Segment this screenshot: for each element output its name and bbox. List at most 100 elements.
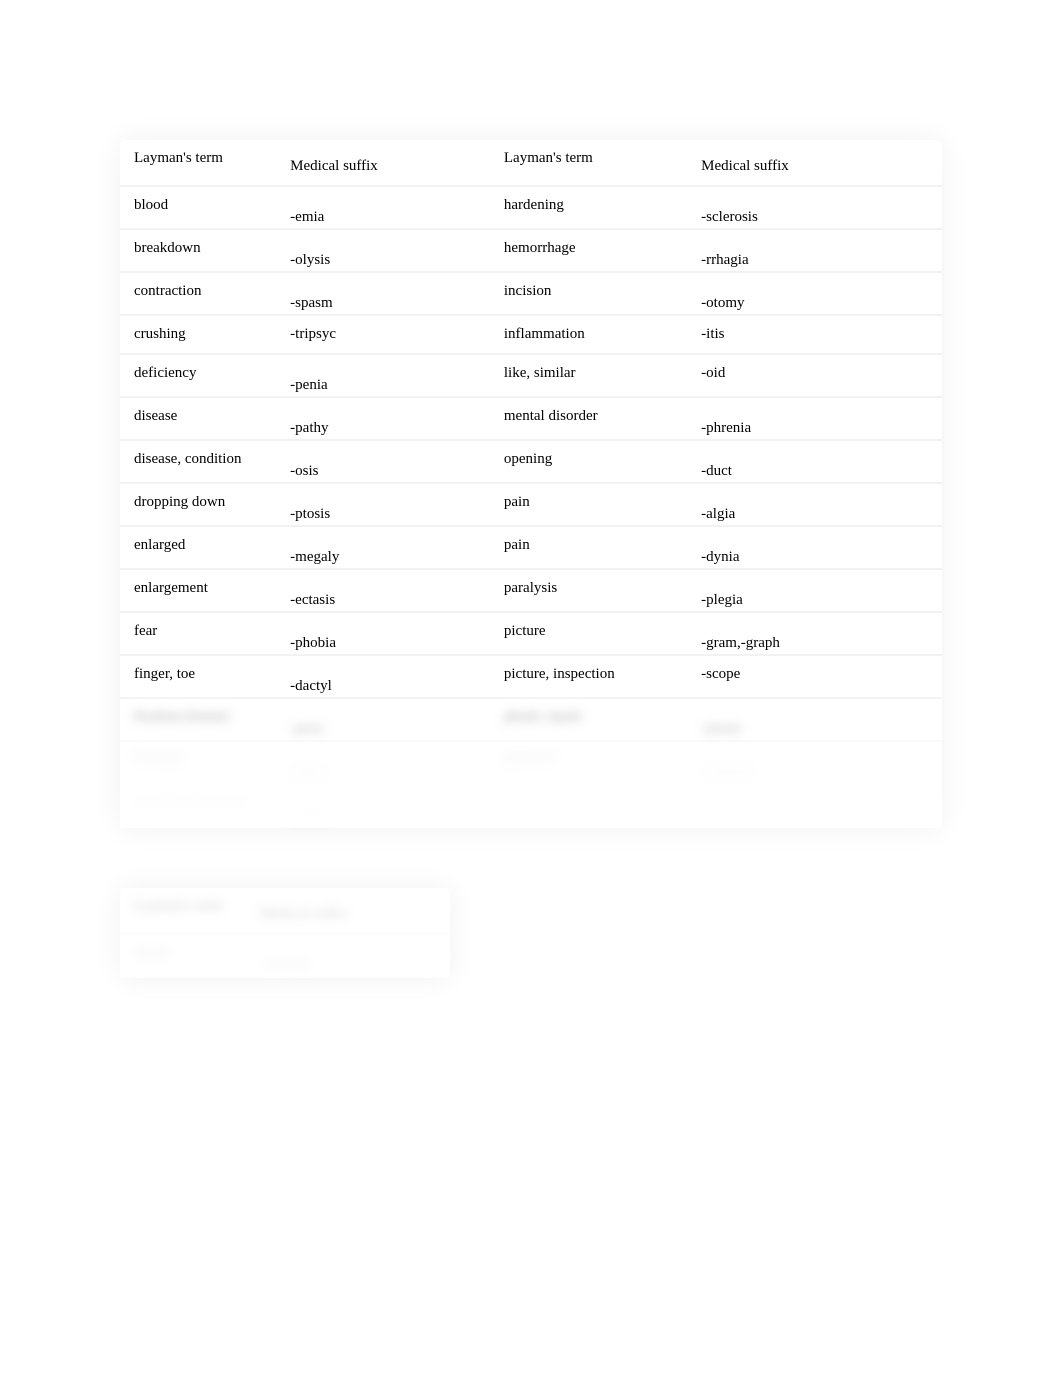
table-cell [687, 784, 942, 827]
table-cell: -plegia [687, 569, 942, 612]
main-table: Layman's term Medical suffix Layman's te… [120, 140, 942, 828]
table-row: flowing-rrheapuncture-centesis [120, 741, 942, 784]
header-cell: Medical suffix [276, 140, 490, 186]
table-cell: pain [490, 526, 687, 569]
table-cell: -centesis [687, 741, 942, 784]
table-row: contraction-spasm incision -otomy [120, 272, 942, 315]
table-cell: -osis [276, 440, 490, 483]
table-cell: -itis [687, 315, 942, 354]
cell-text: incision [504, 283, 552, 299]
cell-text: -plegia [701, 592, 743, 608]
cell-text: -plasty [701, 721, 742, 737]
table-cell: disease [120, 397, 276, 440]
table-cell: like, similar [490, 354, 687, 397]
cell-text: -plasia [290, 807, 330, 823]
small-table-container: Layman's term Medical suffix tumor -rrha… [120, 888, 450, 978]
table-cell: -plasty [687, 698, 942, 741]
cell-text: -olysis [290, 252, 330, 268]
cell-text: -centesis [701, 764, 753, 780]
table-cell: -emia [276, 186, 490, 229]
cell-text: -ectasis [290, 592, 335, 608]
main-table-container: Layman's term Medical suffix Layman's te… [120, 140, 942, 828]
cell-text: growth (abnormal) [134, 795, 247, 811]
table-row: breakdown -olysis hemorrhage -rrhagia [120, 229, 942, 272]
header-label: Layman's term [134, 150, 223, 166]
table-cell: plastic repair [490, 698, 687, 741]
table-cell: picture [490, 612, 687, 655]
table-cell: hardening [490, 186, 687, 229]
table-cell: contraction [120, 272, 276, 315]
table-cell: -rrhaphy [245, 934, 450, 977]
cell-text: puncture [504, 752, 556, 768]
header-label: Medical suffix [290, 158, 378, 174]
table-cell: blood [120, 186, 276, 229]
table-cell: -otomy [687, 272, 942, 315]
cell-text: -itis [701, 326, 724, 342]
table-header-row: Layman's term Medical suffix [120, 888, 450, 934]
table-cell: -penia [276, 354, 490, 397]
cell-text: breakdown [134, 240, 201, 256]
cell-text: dropping down [134, 494, 225, 510]
table-body: blood -emia hardening -sclerosis breakdown -o… [120, 186, 942, 827]
cell-text: -phobia [290, 635, 336, 651]
table-cell: -tripsyc [276, 315, 490, 354]
table-cell [490, 784, 687, 827]
cell-text: fixation (tissue) [134, 709, 229, 725]
table-row: enlarged-megalypain-dynia [120, 526, 942, 569]
cell-text: -tripsyc [290, 326, 336, 342]
cell-text: opening [504, 451, 552, 467]
table-cell: -pexy [276, 698, 490, 741]
header-cell: Layman's term [120, 140, 276, 186]
table-cell: -scope [687, 655, 942, 698]
cell-text: -rrhea [290, 764, 326, 780]
cell-text: -scope [701, 666, 740, 682]
cell-text: -megaly [290, 549, 339, 565]
header-cell: Medical suffix [687, 140, 942, 186]
header-cell: Layman's term [120, 888, 245, 934]
cell-text: paralysis [504, 580, 557, 596]
header-label: Medical suffix [701, 158, 789, 174]
header-cell: Medical suffix [245, 888, 450, 934]
cell-text: enlargement [134, 580, 208, 596]
table-cell: -plasia [276, 784, 490, 827]
cell-text: inflammation [504, 326, 585, 342]
table-cell: fixation (tissue) [120, 698, 276, 741]
cell-text: pain [504, 537, 530, 553]
table-row: growth (abnormal) -plasia [120, 784, 942, 827]
table-cell: hemorrhage [490, 229, 687, 272]
table-cell: paralysis [490, 569, 687, 612]
table-cell: -ptosis [276, 483, 490, 526]
cell-text: -sclerosis [701, 209, 758, 225]
cell-text: blood [134, 197, 168, 213]
table-row: fear-phobiapicture-gram,-graph [120, 612, 942, 655]
table-cell: -spasm [276, 272, 490, 315]
cell-text: pain [504, 494, 530, 510]
table-cell: breakdown [120, 229, 276, 272]
cell-text: -penia [290, 377, 327, 393]
table-cell: pain [490, 483, 687, 526]
table-cell: -oid [687, 354, 942, 397]
table-cell: -megaly [276, 526, 490, 569]
cell-text: -osis [290, 463, 318, 479]
header-label: Layman's term [504, 150, 593, 166]
table-cell: disease, condition [120, 440, 276, 483]
table-cell: -algia [687, 483, 942, 526]
table-row: deficiency-penialike, similar-oid [120, 354, 942, 397]
table-cell: dropping down [120, 483, 276, 526]
table-cell: growth (abnormal) [120, 784, 276, 827]
table-cell: -rrhea [276, 741, 490, 784]
table-cell: mental disorder [490, 397, 687, 440]
cell-text: enlarged [134, 537, 185, 553]
header-label: Medical suffix [259, 906, 347, 922]
table-cell: crushing [120, 315, 276, 354]
cell-text: finger, toe [134, 666, 195, 682]
cell-text: hemorrhage [504, 240, 576, 256]
table-cell: -rrhagia [687, 229, 942, 272]
cell-text: crushing [134, 326, 186, 342]
cell-text: -rrhagia [701, 252, 748, 268]
table-row: fixation (tissue) -pexyplastic repair -pla… [120, 698, 942, 741]
cell-text: hardening [504, 197, 564, 213]
cell-text: fear [134, 623, 157, 639]
cell-text: -ptosis [290, 506, 330, 522]
cell-text: -emia [290, 209, 324, 225]
